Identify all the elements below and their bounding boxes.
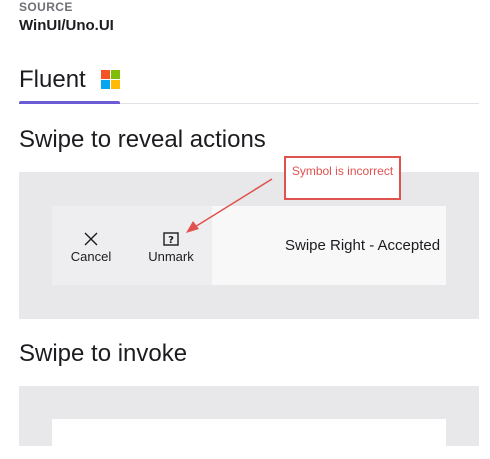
tab-label: Fluent <box>19 66 86 93</box>
source-label: SOURCE <box>19 0 73 14</box>
cancel-action-button[interactable]: Cancel <box>52 206 130 285</box>
microsoft-logo-icon <box>101 70 120 89</box>
swipe-item[interactable]: Cancel ? Unmark Swipe Right - Accepted <box>52 206 446 285</box>
swipe-item-text: Swipe Right - Accepted <box>285 237 441 254</box>
svg-text:?: ? <box>168 235 174 246</box>
source-value: WinUI/Uno.UI <box>19 17 114 34</box>
section-heading-invoke: Swipe to invoke <box>19 340 188 367</box>
close-icon <box>84 232 98 246</box>
tab-selected-indicator <box>19 101 120 104</box>
tab-fluent[interactable]: Fluent <box>19 64 120 104</box>
annotation-callout: Symbol is incorrect <box>284 156 401 200</box>
swipe-invoke-item[interactable] <box>52 419 446 459</box>
section-heading-reveal: Swipe to reveal actions <box>19 126 266 153</box>
cancel-action-label: Cancel <box>70 249 112 264</box>
swipe-actions: Cancel ? Unmark <box>52 206 212 285</box>
unmark-action-label: Unmark <box>148 249 194 264</box>
swipe-item-content: Swipe Right - Accepted <box>212 206 446 285</box>
unmark-action-button[interactable]: ? Unmark <box>132 206 210 285</box>
help-box-icon: ? <box>163 232 179 246</box>
